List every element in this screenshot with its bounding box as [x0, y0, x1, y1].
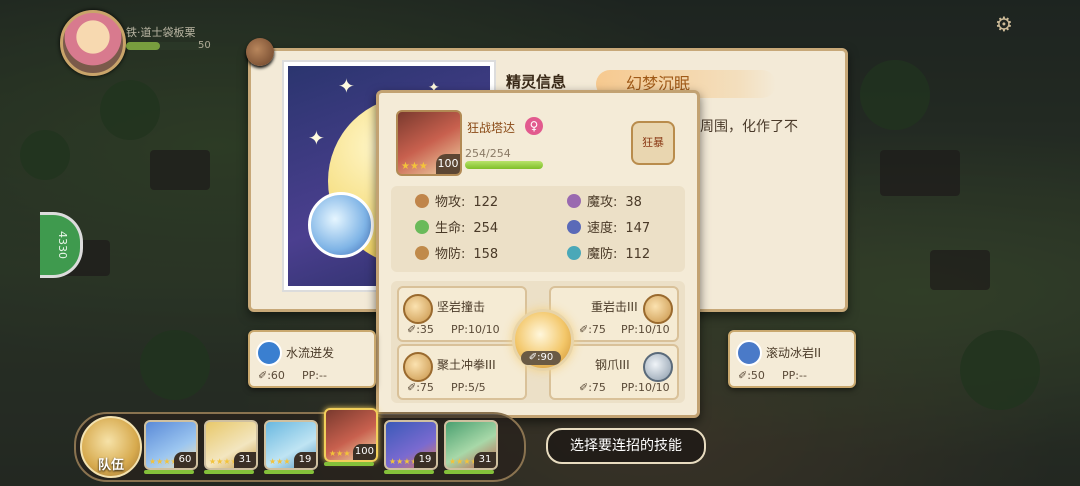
team-slot-hp — [264, 470, 314, 474]
skill-card[interactable]: 坚岩撞击 ✐:35 PP:10/10 — [397, 286, 527, 342]
rock-skill-icon — [643, 294, 673, 324]
skill-card[interactable]: 聚土冲拳III ✐:75 PP:5/5 — [397, 344, 527, 400]
rock-skill-icon — [403, 294, 433, 324]
team-slot-active[interactable]: ★★★ 100 — [324, 408, 378, 462]
steel-skill-icon — [643, 352, 673, 382]
skills-panel: 坚岩撞击 ✐:35 PP:10/10 重岩击III ✐:75 PP:10/10 … — [391, 281, 685, 403]
team-slot[interactable]: ★★★★★ 60 — [144, 420, 198, 470]
team-slot[interactable]: ★★★★★ 31 — [204, 420, 258, 470]
pet-hp-bar — [465, 161, 543, 169]
pet-hp-text: 254/254 — [465, 147, 511, 160]
stat-health: 生命: 254 — [415, 220, 498, 238]
stat-speed: 速度: 147 — [567, 220, 650, 238]
stats-panel: 物攻: 122 魔攻: 38 生命: 254 速度: 147 物防: 158 魔防: 112 — [391, 186, 685, 272]
pet-level: 100 — [436, 154, 460, 174]
water-skill-icon — [256, 340, 282, 366]
pet-info-card: ★★★ 100 狂战塔达 ♀ 254/254 狂暴 物攻: 122 魔攻: 38 生… — [376, 90, 700, 418]
gear-icon[interactable]: ⚙ — [994, 14, 1014, 34]
team-slot[interactable]: ★★★ 19 — [264, 420, 318, 470]
player-level: 50 — [198, 40, 211, 51]
pet-portrait: ★★★ 100 — [396, 110, 462, 176]
player-avatar[interactable] — [60, 10, 126, 76]
speed-icon — [567, 220, 581, 234]
pin-icon — [246, 38, 274, 66]
stat-magic-attack: 魔攻: 38 — [567, 194, 642, 212]
rock-skill-icon — [403, 352, 433, 382]
crystal-orb-icon — [308, 192, 374, 258]
magic-attack-icon — [567, 194, 581, 208]
team-slot-hp — [384, 470, 434, 474]
ice-skill-icon — [736, 340, 762, 366]
team-slot-hp — [144, 470, 194, 474]
health-icon — [415, 220, 429, 234]
skill-card-water[interactable]: 水流迸发 ✐:60 PP:-- — [248, 330, 376, 388]
nature-badge[interactable]: 狂暴 — [631, 121, 675, 165]
magic-defense-icon — [567, 246, 581, 260]
team-slot-hp — [324, 462, 374, 466]
combo-power: ✐:90 — [521, 351, 561, 365]
star-icon: ✦ — [308, 126, 325, 150]
female-icon: ♀ — [525, 117, 543, 135]
spirit-description: 周围，化作了不 — [700, 119, 798, 135]
player-name: 铁·道士袋板栗 — [126, 26, 196, 39]
team-slot-hp — [204, 470, 254, 474]
stat-physical-attack: 物攻: 122 — [415, 194, 498, 212]
skill-card-ice[interactable]: 滚动冰岩II ✐:50 PP:-- — [728, 330, 856, 388]
team-slot[interactable]: ★★★★★ 19 — [384, 420, 438, 470]
select-combo-skill-prompt[interactable]: 选择要连招的技能 — [546, 428, 706, 464]
team-slot[interactable]: ★★★★ 31 — [444, 420, 498, 470]
team-slot-hp — [444, 470, 494, 474]
physical-attack-icon — [415, 194, 429, 208]
pet-name: 狂战塔达 — [467, 121, 516, 135]
stat-physical-defense: 物防: 158 — [415, 246, 498, 264]
physical-defense-icon — [415, 246, 429, 260]
star-icon: ✦ — [338, 74, 355, 98]
stat-magic-defense: 魔防: 112 — [567, 246, 650, 264]
pet-stars: ★★★ — [401, 161, 428, 172]
team-button[interactable]: 队伍 — [80, 416, 142, 478]
